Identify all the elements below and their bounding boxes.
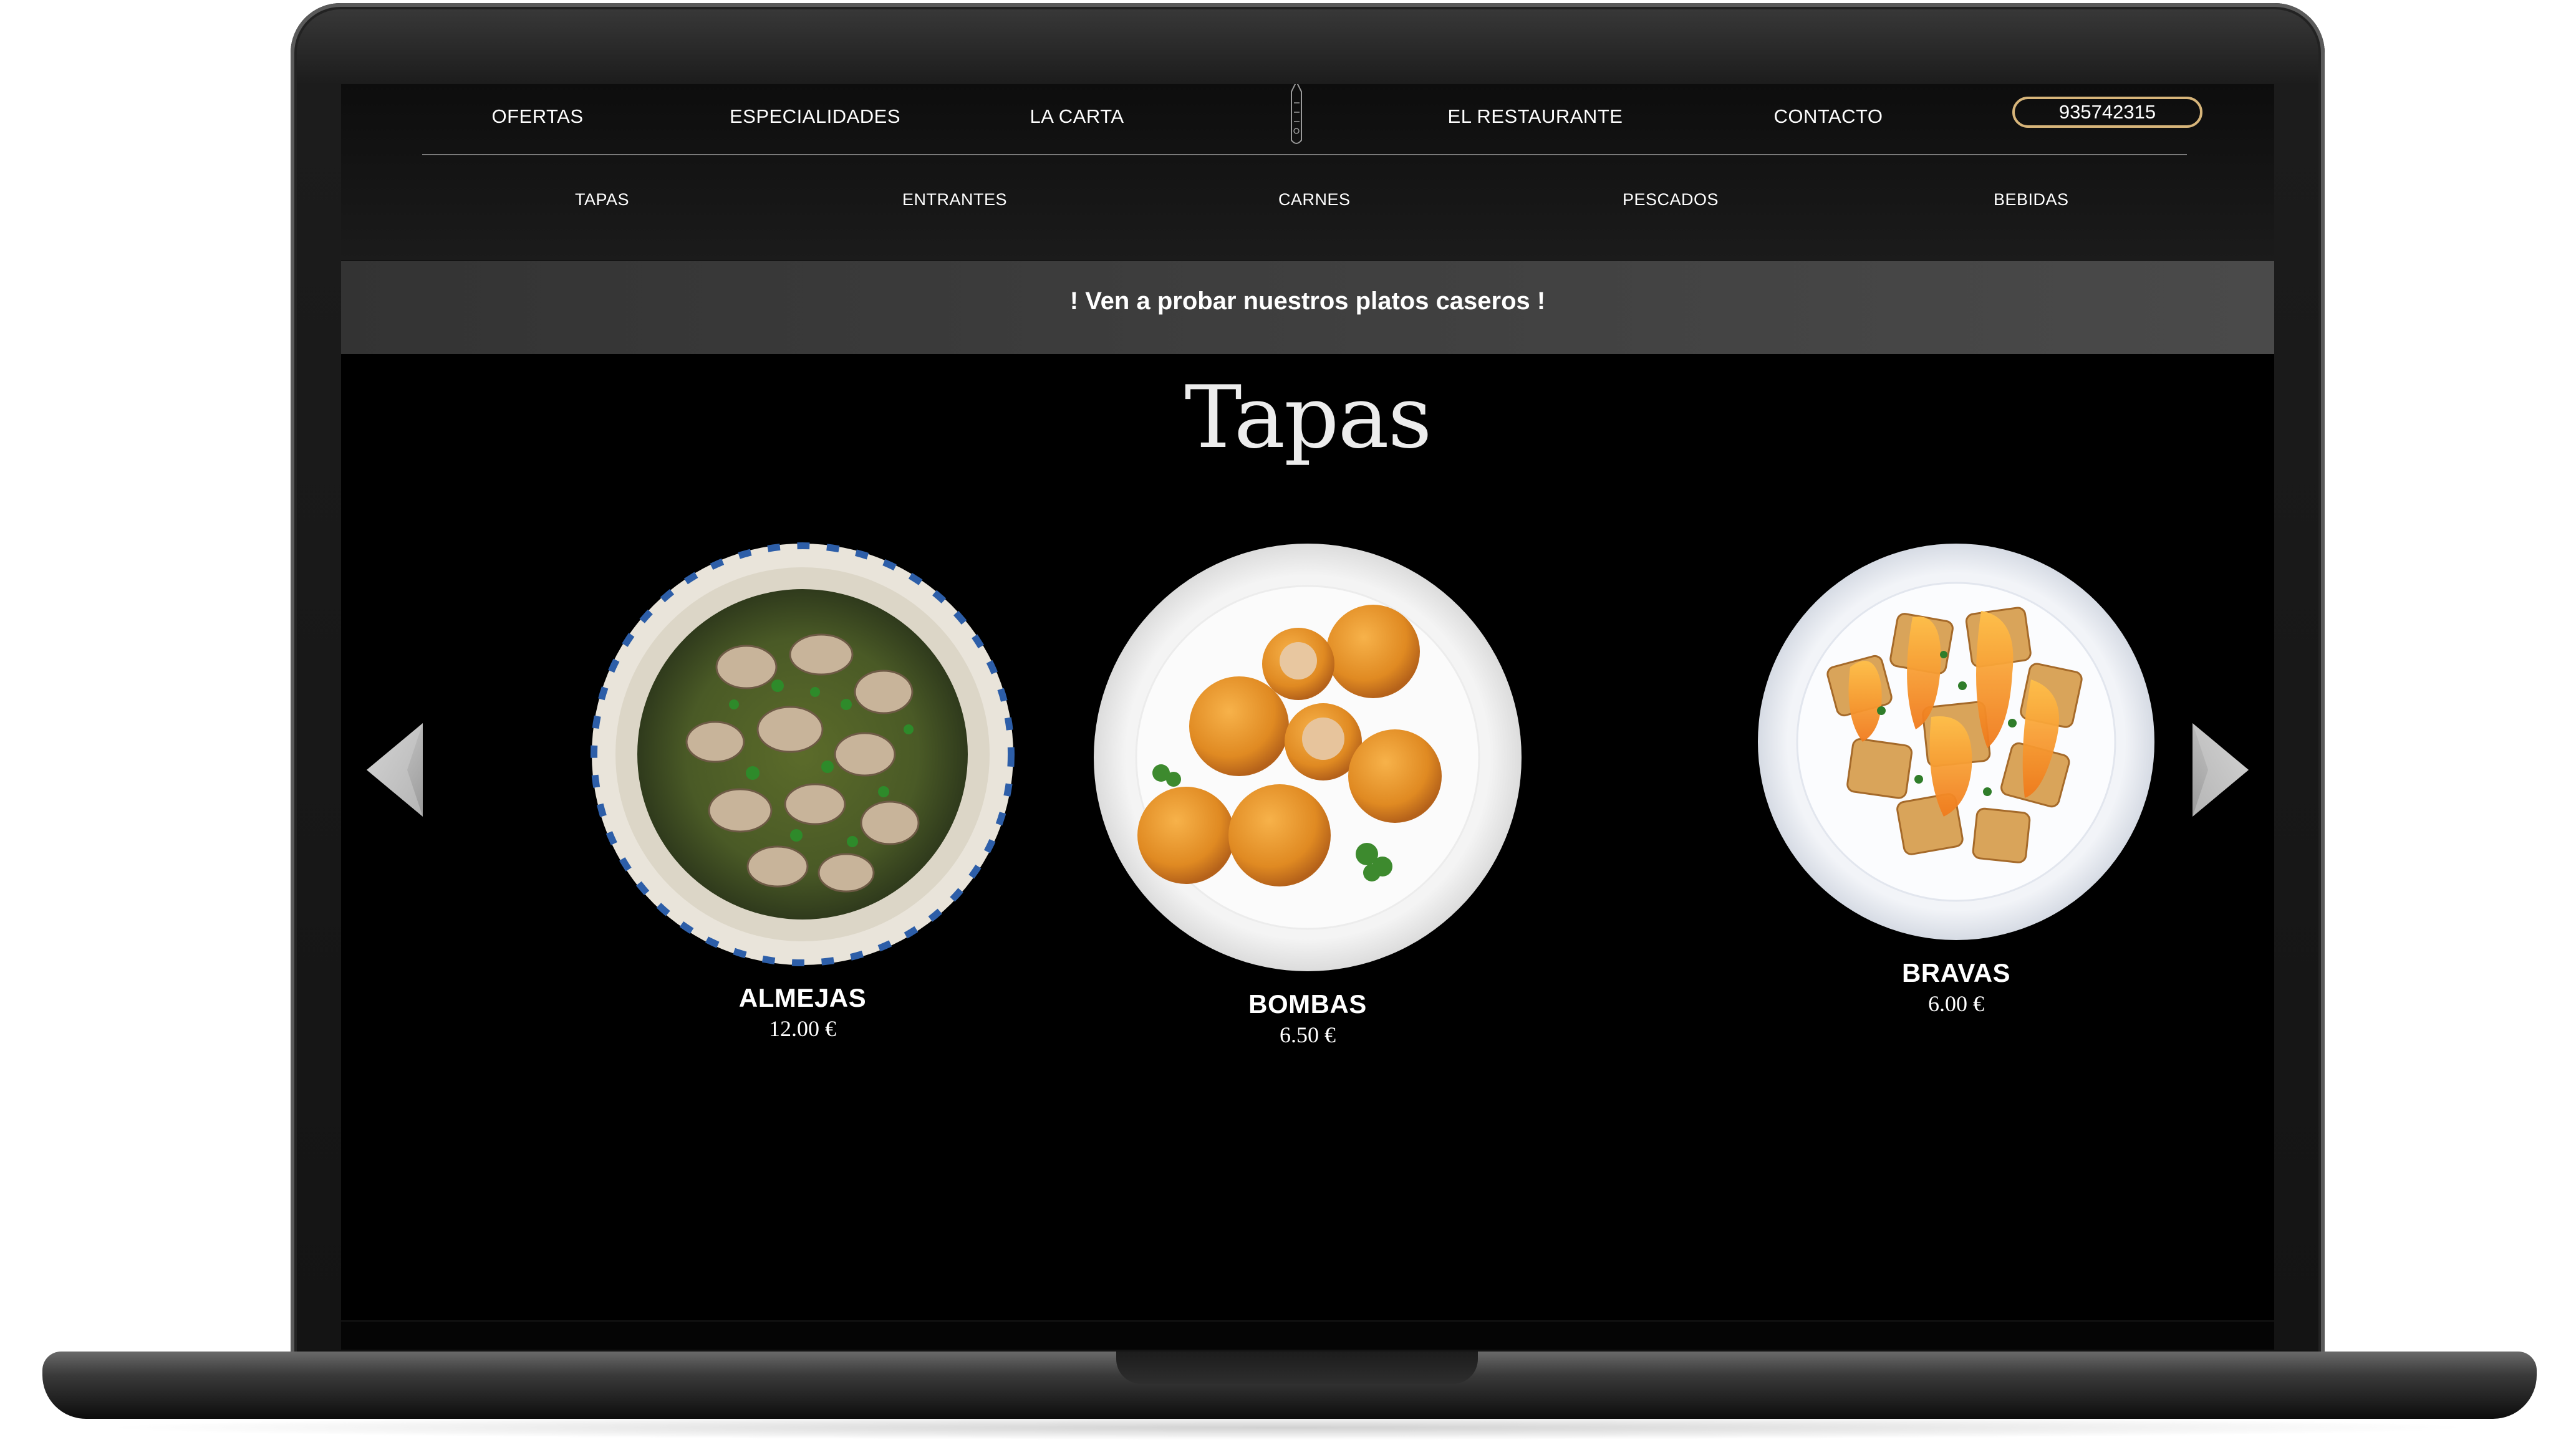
nav-item-el-restaurante[interactable]: EL RESTAURANTE <box>1432 101 1638 132</box>
restaurant-logo[interactable] <box>1283 84 1311 150</box>
subnav-item-tapas[interactable]: TAPAS <box>575 184 629 215</box>
nav-item-contacto[interactable]: CONTACTO <box>1757 101 1900 132</box>
laptop-notch <box>1116 1352 1478 1384</box>
chevron-left-icon[interactable] <box>364 720 426 820</box>
clams-plate-image <box>586 538 1019 971</box>
dish-price: 12.00 € <box>769 1016 836 1041</box>
dish-name: BOMBAS <box>1248 989 1367 1019</box>
dish-card-bombas[interactable]: BOMBAS 6.50 € <box>1089 542 1526 1048</box>
phone-button[interactable]: 935742315 <box>2012 97 2202 128</box>
laptop-shadow <box>94 1415 2482 1440</box>
croquette-plate-image <box>1094 544 1522 971</box>
subnav-item-entrantes[interactable]: ENTRANTES <box>902 184 1007 215</box>
dish-card-bravas[interactable]: BRAVAS 6.00 € <box>1738 542 2174 1017</box>
screen-bottom-bezel <box>341 1320 2274 1350</box>
promo-banner-text: ! Ven a probar nuestros platos caseros ! <box>1069 287 1546 315</box>
nav-item-la-carta[interactable]: LA CARTA <box>1005 101 1149 132</box>
promo-banner: ! Ven a probar nuestros platos caseros ! <box>341 261 2274 354</box>
nav-item-ofertas[interactable]: OFERTAS <box>466 101 609 132</box>
section-title: Tapas <box>1184 367 1432 468</box>
subnav-item-bebidas[interactable]: BEBIDAS <box>1994 184 2069 215</box>
patatas-bravas-plate-image <box>1758 544 2154 940</box>
dish-price: 6.50 € <box>1280 1022 1336 1047</box>
browser-viewport: OFERTAS ESPECIALIDADES LA CARTA EL RESTA… <box>341 84 2274 1350</box>
site-header: OFERTAS ESPECIALIDADES LA CARTA EL RESTA… <box>341 84 2274 260</box>
main-nav: OFERTAS ESPECIALIDADES LA CARTA EL RESTA… <box>341 84 2274 156</box>
nav-divider <box>422 154 2187 155</box>
dish-card-almejas[interactable]: ALMEJAS 12.00 € <box>584 538 1021 1042</box>
dish-name: BRAVAS <box>1901 958 2011 987</box>
subnav-item-pescados[interactable]: PESCADOS <box>1623 184 1719 215</box>
dish-name: ALMEJAS <box>738 983 867 1012</box>
nav-item-especialidades[interactable]: ESPECIALIDADES <box>709 101 921 132</box>
chevron-right-icon[interactable] <box>2189 720 2252 820</box>
dish-price: 6.00 € <box>1928 991 1984 1016</box>
category-subnav: TAPAS ENTRANTES CARNES PESCADOS BEBIDAS <box>341 184 2274 221</box>
subnav-item-carnes[interactable]: CARNES <box>1278 184 1351 215</box>
